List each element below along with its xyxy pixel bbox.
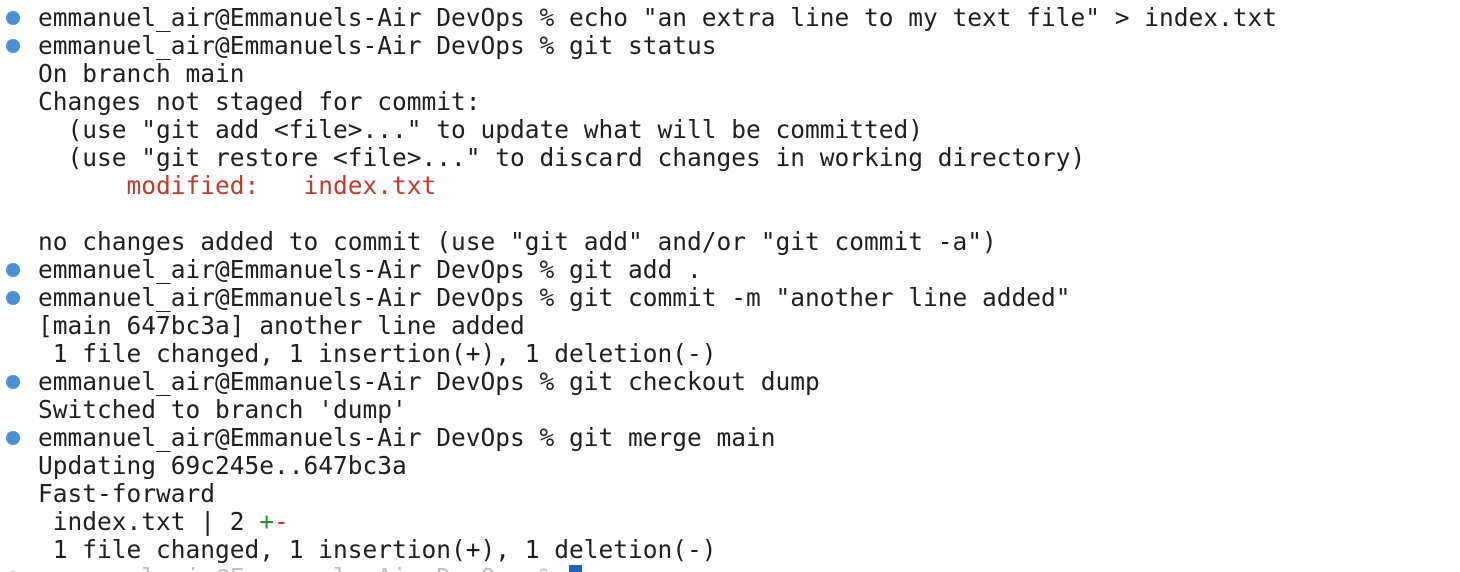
terminal-line: emmanuel_air@Emmanuels-Air DevOps % git …: [6, 31, 717, 60]
terminal-line: index.txt | 2 +-: [38, 508, 289, 536]
shell-command: git commit -m "another line added": [569, 283, 1071, 312]
shell-command: echo "an extra line to my text file" > i…: [569, 3, 1278, 32]
output-line: On branch main: [38, 59, 245, 88]
shell-prompt: emmanuel_air@Emmanuels-Air DevOps %: [38, 255, 570, 284]
shell-prompt: emmanuel_air@Emmanuels-Air DevOps %: [38, 3, 570, 32]
output-line: 1 file changed, 1 insertion(+), 1 deleti…: [38, 535, 717, 564]
shell-prompt: emmanuel_air@Emmanuels-Air DevOps %: [38, 563, 569, 572]
command-status-dot-icon[interactable]: [6, 11, 20, 25]
command-status-dot-icon[interactable]: [6, 39, 20, 53]
shell-prompt: emmanuel_air@Emmanuels-Air DevOps %: [38, 367, 570, 396]
terminal-line: emmanuel_air@Emmanuels-Air DevOps % echo…: [6, 3, 1278, 32]
terminal-line: modified: index.txt: [38, 171, 437, 200]
active-prompt-line: emmanuel_air@Emmanuels-Air DevOps %: [6, 563, 583, 572]
output-line: Switched to branch 'dump': [38, 395, 407, 424]
text-cursor[interactable]: [569, 565, 583, 572]
terminal-line: emmanuel_air@Emmanuels-Air DevOps % git …: [6, 367, 820, 396]
output-line: Updating 69c245e..647bc3a: [38, 451, 407, 480]
output-line: [main 647bc3a] another line added: [38, 311, 525, 340]
shell-command: git status: [569, 31, 717, 60]
insertion-marker: +: [259, 507, 275, 536]
output-line: 1 file changed, 1 insertion(+), 1 deleti…: [38, 339, 717, 368]
output-line: (use "git add <file>..." to update what …: [38, 115, 924, 144]
terminal-output[interactable]: emmanuel_air@Emmanuels-Air DevOps % echo…: [0, 0, 1460, 572]
shell-prompt: emmanuel_air@Emmanuels-Air DevOps %: [38, 31, 570, 60]
diffstat-text: index.txt | 2: [38, 507, 260, 536]
output-line: no changes added to commit (use "git add…: [38, 227, 997, 256]
terminal-line: emmanuel_air@Emmanuels-Air DevOps % git …: [6, 283, 1071, 312]
shell-command: git checkout dump: [569, 367, 820, 396]
terminal-line: emmanuel_air@Emmanuels-Air DevOps % git …: [6, 423, 776, 452]
command-status-dot-icon[interactable]: [6, 291, 20, 305]
shell-command: git merge main: [569, 423, 776, 452]
shell-command: git add .: [569, 255, 702, 284]
output-line: (use "git restore <file>..." to discard …: [38, 143, 1086, 172]
terminal-line: emmanuel_air@Emmanuels-Air DevOps % git …: [6, 255, 702, 284]
output-line: Fast-forward: [38, 479, 216, 508]
modified-label: modified:: [126, 171, 260, 200]
deletion-marker: -: [274, 507, 289, 536]
command-status-dot-icon[interactable]: [6, 431, 20, 445]
command-status-dot-icon[interactable]: [6, 263, 20, 277]
command-status-dot-icon[interactable]: [6, 375, 20, 389]
shell-prompt: emmanuel_air@Emmanuels-Air DevOps %: [38, 423, 570, 452]
shell-prompt: emmanuel_air@Emmanuels-Air DevOps %: [38, 283, 570, 312]
modified-file: index.txt: [303, 171, 437, 200]
output-line: Changes not staged for commit:: [38, 87, 481, 116]
